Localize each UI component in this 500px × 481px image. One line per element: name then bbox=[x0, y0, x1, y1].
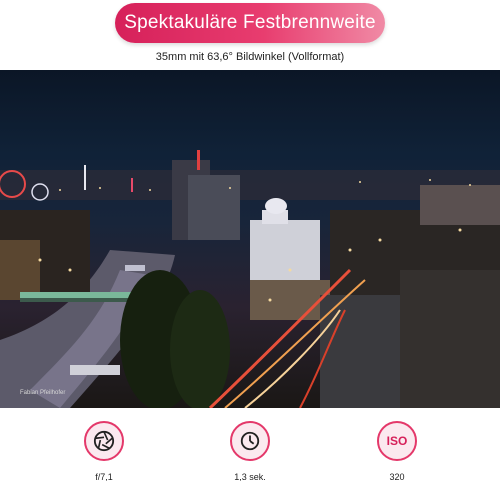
photo-illustration bbox=[0, 150, 500, 408]
iso-icon: ISO bbox=[377, 421, 417, 461]
iso-value: 320 bbox=[389, 472, 405, 481]
aperture-icon bbox=[84, 421, 124, 461]
stat-shutter: 1,3 sek. bbox=[220, 421, 280, 481]
clock-icon bbox=[230, 421, 270, 461]
stat-iso: ISO 320 bbox=[367, 421, 427, 481]
stat-aperture: f/7,1 bbox=[74, 421, 134, 481]
photo-credit: Fabian Pfeilhofer bbox=[20, 390, 66, 396]
headline-title: Spektakuläre Festbrennweite bbox=[124, 12, 376, 33]
city-night-photo: Fabian Pfeilhofer bbox=[0, 70, 500, 408]
headline-banner: Spektakuläre Festbrennweite bbox=[115, 3, 385, 43]
subtitle: 35mm mit 63,6° Bildwinkel (Vollformat) bbox=[155, 51, 345, 63]
aperture-value: f/7,1 bbox=[95, 472, 113, 481]
shutter-value: 1,3 sek. bbox=[234, 472, 266, 481]
iso-label: ISO bbox=[386, 434, 408, 448]
